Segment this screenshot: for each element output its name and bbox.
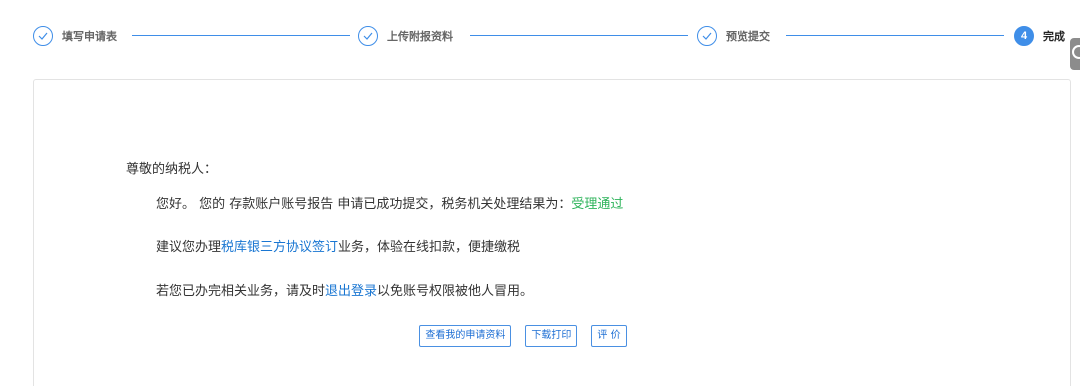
- step-connector: [132, 35, 350, 36]
- suggestion-line: 建议您办理税库银三方协议签订业务，体验在线扣款，便捷缴税: [156, 236, 520, 255]
- download-print-button[interactable]: 下载打印: [525, 325, 578, 347]
- page: 填写申请表 上传附报资料 预览提交 4 完成 尊敬的纳税人： 您好。 您的 存款…: [0, 0, 1080, 386]
- check-circle-icon: [697, 26, 717, 46]
- step-label: 填写申请表: [62, 30, 117, 43]
- step-number-badge: 4: [1014, 26, 1034, 46]
- progress-stepper: 填写申请表 上传附报资料 预览提交 4 完成: [33, 24, 1080, 48]
- submit-result-text: 您好。 您的 存款账户账号报告 申请已成功提交，税务机关处理结果为：: [156, 197, 572, 212]
- result-card: 尊敬的纳税人： 您好。 您的 存款账户账号报告 申请已成功提交，税务机关处理结果…: [33, 79, 1071, 386]
- step-label: 上传附报资料: [387, 30, 453, 43]
- side-float-tab[interactable]: [1070, 38, 1080, 70]
- view-application-button[interactable]: 查看我的申请资料: [419, 325, 512, 347]
- logout-reminder-prefix: 若您已办完相关业务，请及时: [156, 284, 326, 299]
- step-connector: [786, 35, 1004, 36]
- submit-result-line: 您好。 您的 存款账户账号报告 申请已成功提交，税务机关处理结果为：受理通过: [156, 193, 623, 212]
- circle-icon: [1072, 45, 1080, 59]
- step-fill-form: 填写申请表: [33, 24, 117, 48]
- step-connector: [470, 35, 688, 36]
- suggestion-suffix: 业务，体验在线扣款，便捷缴税: [338, 240, 521, 255]
- step-upload-attachments: 上传附报资料: [358, 24, 453, 48]
- action-buttons: 查看我的申请资料 下载打印 评 价: [34, 325, 1070, 347]
- check-circle-icon: [358, 26, 378, 46]
- logout-reminder-line: 若您已办完相关业务，请及时退出登录以免账号权限被他人冒用。: [156, 280, 533, 299]
- suggestion-prefix: 建议您办理: [156, 240, 222, 255]
- step-preview-submit: 预览提交: [697, 24, 770, 48]
- tripartite-agreement-link[interactable]: 税库银三方协议签订: [221, 240, 338, 255]
- greeting-text: 尊敬的纳税人：: [126, 162, 218, 177]
- rate-button[interactable]: 评 价: [591, 325, 627, 347]
- check-circle-icon: [33, 26, 53, 46]
- logout-link[interactable]: 退出登录: [325, 284, 377, 299]
- logout-reminder-suffix: 以免账号权限被他人冒用。: [377, 284, 534, 299]
- step-label: 完成: [1043, 30, 1065, 43]
- step-complete: 4 完成: [1014, 24, 1065, 48]
- status-text: 受理通过: [571, 197, 624, 212]
- step-label: 预览提交: [726, 30, 770, 43]
